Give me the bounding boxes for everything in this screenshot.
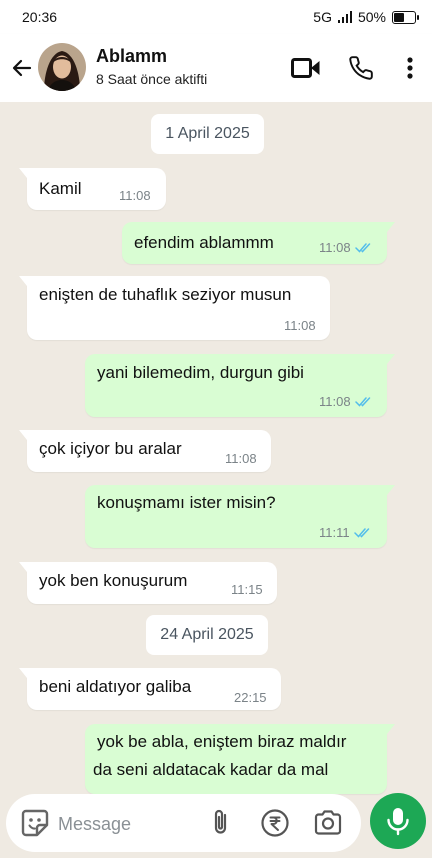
message-text-line: yok be abla, eniştem biraz maldır bbox=[97, 732, 347, 751]
message-time: 11:11 bbox=[319, 525, 350, 540]
mic-icon[interactable] bbox=[370, 793, 426, 849]
message-meta: 11:08 bbox=[319, 394, 373, 409]
status-right: 5G 50% bbox=[313, 9, 419, 25]
status-bar: 20:36 5G 50% bbox=[0, 0, 432, 34]
video-call-icon[interactable] bbox=[290, 52, 322, 84]
date-separator: 24 April 2025 bbox=[146, 615, 268, 655]
phone-icon[interactable] bbox=[345, 52, 377, 84]
message-time: 11:08 bbox=[119, 188, 151, 203]
message-text: efendim ablammm bbox=[134, 233, 274, 252]
payment-rupee-icon[interactable] bbox=[260, 808, 290, 838]
message-composer bbox=[6, 794, 361, 852]
message-meta: 11:11 bbox=[319, 525, 372, 540]
chat-header: Ablamm 8 Saat önce aktifti bbox=[0, 34, 432, 102]
last-seen-status: 8 Saat önce aktifti bbox=[96, 71, 208, 87]
read-receipt-icon bbox=[354, 397, 370, 407]
back-arrow-icon[interactable] bbox=[8, 54, 36, 82]
message-text-line: da seni aldatacak kadar da mal bbox=[93, 760, 329, 779]
message-outgoing[interactable]: konuşmamı ister misin? 11:11 bbox=[85, 485, 395, 548]
message-meta: 11:08 bbox=[319, 240, 373, 255]
message-text: beni aldatıyor galiba bbox=[39, 677, 192, 696]
message-outgoing[interactable]: yok be abla, eniştem biraz maldır da sen… bbox=[85, 724, 395, 794]
message-text: enişten de tuhaflık seziyor musun bbox=[39, 285, 292, 304]
avatar[interactable] bbox=[38, 43, 86, 91]
message-text: yani bilemedim, durgun gibi bbox=[97, 363, 304, 382]
message-incoming[interactable]: çok içiyor bu aralar 11:08 bbox=[19, 430, 271, 472]
signal-icon bbox=[337, 11, 352, 23]
message-time: 11:08 bbox=[319, 394, 351, 409]
message-outgoing[interactable]: efendim ablammm 11:08 bbox=[122, 222, 395, 264]
camera-icon[interactable] bbox=[312, 808, 344, 838]
message-time: 11:15 bbox=[231, 582, 263, 597]
chat-screen: 20:36 5G 50% Ablamm 8 Saat önce aktifti bbox=[0, 0, 432, 858]
message-list[interactable]: 1 April 2025 Kamil 11:08 efendim ablammm… bbox=[0, 102, 432, 858]
status-time: 20:36 bbox=[22, 9, 58, 25]
emoji-sticker-icon[interactable] bbox=[20, 808, 50, 838]
message-text: yok ben konuşurum bbox=[39, 571, 188, 590]
message-incoming[interactable]: Kamil 11:08 bbox=[19, 168, 166, 210]
message-text: çok içiyor bu aralar bbox=[39, 439, 182, 458]
message-incoming[interactable]: enişten de tuhaflık seziyor musun 11:08 bbox=[19, 276, 330, 340]
read-receipt-icon bbox=[353, 528, 369, 538]
read-receipt-icon bbox=[354, 243, 370, 253]
message-time: 11:08 bbox=[225, 451, 257, 466]
message-outgoing[interactable]: yani bilemedim, durgun gibi 11:08 bbox=[85, 354, 395, 417]
attach-icon[interactable] bbox=[206, 808, 236, 838]
message-input[interactable] bbox=[56, 805, 200, 843]
battery-icon bbox=[392, 10, 419, 24]
network-type: 5G bbox=[313, 9, 332, 25]
message-time: 11:08 bbox=[319, 240, 351, 255]
contact-name[interactable]: Ablamm bbox=[96, 46, 167, 67]
message-text: konuşmamı ister misin? bbox=[97, 493, 276, 512]
date-separator: 1 April 2025 bbox=[151, 114, 264, 154]
message-text: Kamil bbox=[39, 179, 82, 198]
message-incoming[interactable]: yok ben konuşurum 11:15 bbox=[19, 562, 277, 604]
message-time: 11:08 bbox=[284, 318, 316, 333]
message-incoming[interactable]: beni aldatıyor galiba 22:15 bbox=[19, 668, 281, 710]
message-time: 22:15 bbox=[234, 690, 267, 705]
more-options-icon[interactable] bbox=[394, 52, 426, 84]
battery-percent: 50% bbox=[357, 9, 386, 25]
